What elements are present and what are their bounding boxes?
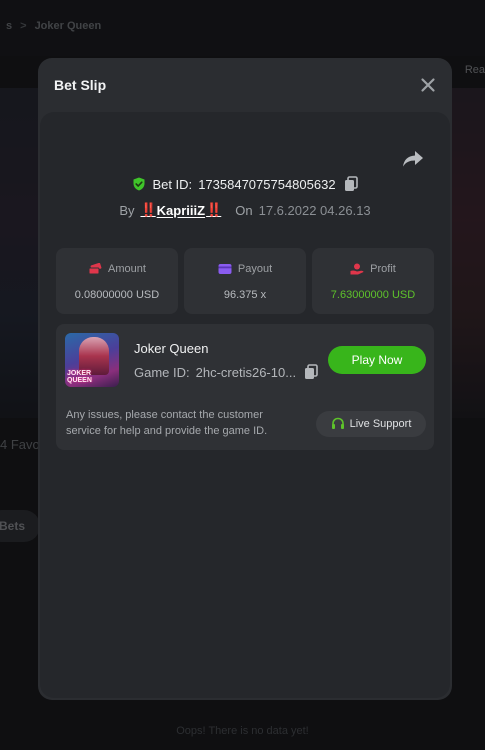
stat-amount-value: 0.08000000 USD — [74, 289, 160, 301]
share-icon — [403, 151, 423, 167]
game-id-label: Game ID: — [134, 364, 190, 380]
bet-id-value: 1735847075754805632 — [198, 176, 336, 192]
game-thumbnail-logo: JOKER QUEEN — [67, 370, 92, 384]
stat-amount-header: Amount — [56, 263, 178, 275]
game-name: Joker Queen — [134, 341, 209, 356]
user-name: KapriiiZ — [156, 202, 206, 218]
share-button[interactable] — [402, 148, 424, 168]
game-card: JOKER QUEEN Joker Queen Game ID: 2hc-cre… — [56, 324, 434, 450]
modal-title: Bet Slip — [54, 77, 107, 93]
bet-date: 17.6.2022 04.26.13 — [258, 202, 371, 218]
stat-amount: Amount 0.08000000 USD — [56, 248, 178, 314]
close-icon — [421, 78, 435, 92]
game-id-row: Game ID: 2hc-cretis26-10... — [134, 364, 318, 380]
money-stack-icon — [88, 263, 102, 275]
hand-coin-icon — [350, 263, 364, 275]
stat-profit-label: Profit — [370, 263, 396, 275]
on-label: On — [235, 202, 253, 218]
game-thumbnail[interactable]: JOKER QUEEN — [65, 333, 119, 387]
user-badge-right: ‼️ — [206, 202, 222, 217]
live-support-label: Live Support — [349, 418, 412, 430]
stat-profit-header: Profit — [312, 263, 434, 275]
support-notice: Any issues, please contact the customer … — [66, 409, 268, 437]
bet-slip-modal: Bet Slip Bet ID: 1735847075754805632 By — [38, 58, 452, 700]
copy-bet-id-icon[interactable] — [344, 176, 358, 192]
stat-amount-label: Amount — [108, 263, 146, 275]
wallet-icon — [218, 264, 232, 274]
stat-payout-value: 96.375 x — [223, 289, 267, 301]
game-thumbnail-logo-line1: JOKER — [67, 370, 92, 377]
bet-author-row: By ‼️ KapriiiZ ‼️ On 17.6.2022 04.26.13 — [40, 202, 450, 218]
user-badge-left: ‼️ — [140, 202, 156, 217]
copy-game-id-icon[interactable] — [304, 364, 318, 380]
bet-id-label: Bet ID: — [152, 176, 193, 192]
shield-check-icon — [133, 177, 145, 191]
live-support-button[interactable]: Live Support — [316, 411, 426, 437]
close-button[interactable] — [418, 75, 438, 95]
bet-slip-body: Bet ID: 1735847075754805632 By ‼️ Kaprii… — [40, 112, 450, 698]
stat-payout-label: Payout — [237, 263, 273, 275]
stat-payout: Payout 96.375 x — [184, 248, 306, 314]
by-label: By — [119, 202, 135, 218]
stat-payout-header: Payout — [184, 263, 306, 275]
play-now-button[interactable]: Play Now — [328, 346, 426, 374]
stat-profit-value: 7.63000000 USD — [330, 289, 416, 301]
game-thumbnail-logo-line2: QUEEN — [67, 377, 92, 384]
stat-profit: Profit 7.63000000 USD — [312, 248, 434, 314]
bet-stats: Amount 0.08000000 USD Payout 96.375 x Pr… — [56, 248, 434, 314]
user-name-link[interactable]: ‼️ KapriiiZ ‼️ — [140, 202, 222, 218]
game-id-value: 2hc-cretis26-10... — [195, 364, 297, 380]
bet-id-row: Bet ID: 1735847075754805632 — [40, 176, 450, 192]
headset-icon — [331, 417, 344, 429]
